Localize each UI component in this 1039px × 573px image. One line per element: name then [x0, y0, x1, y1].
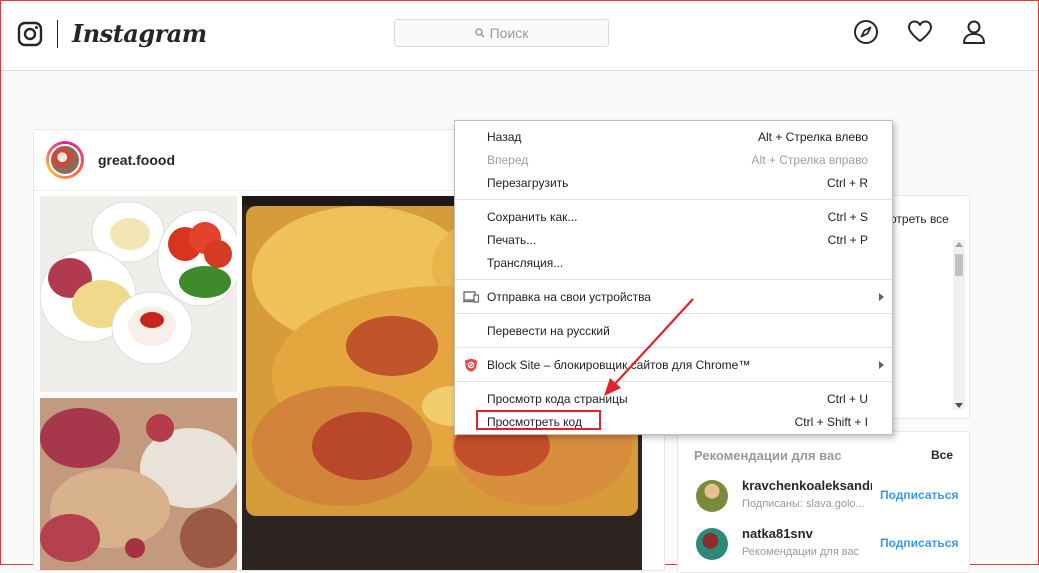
menu-item-shortcut: Ctrl + R — [826, 176, 868, 190]
menu-item-forward[interactable]: Вперед Alt + Стрелка вправо — [455, 149, 892, 171]
menu-item-label: Назад — [487, 130, 522, 144]
camera-logo-icon — [17, 21, 43, 46]
menu-item-label: Трансляция... — [487, 256, 564, 270]
devices-icon — [463, 291, 479, 303]
nav-icons — [853, 19, 987, 45]
logo-link[interactable]: Instagram — [17, 19, 207, 48]
menu-item-label: Отправка на свои устройства — [487, 290, 651, 304]
menu-item-reload[interactable]: Перезагрузить Ctrl + R — [455, 172, 892, 194]
recommendation-item: kravchenkoaleksandr Подписаны: slava.gol… — [696, 478, 966, 518]
menu-item-shortcut: Ctrl + Shift + I — [794, 415, 868, 429]
menu-item-shortcut: Ctrl + U — [826, 392, 868, 406]
search-input[interactable]: Поиск — [394, 19, 609, 47]
logo-divider — [57, 19, 58, 48]
avatar[interactable] — [696, 480, 728, 512]
menu-item-shortcut: Ctrl + S — [827, 210, 868, 224]
search-icon — [474, 28, 485, 38]
scroll-up-icon[interactable] — [955, 242, 963, 247]
recommendation-item: natka81snv Рекомендации для вас Подписат… — [696, 526, 966, 566]
menu-item-translate[interactable]: Перевести на русский — [455, 320, 892, 342]
recommendations-panel: Рекомендации для вас Все kravchenkoaleks… — [677, 431, 970, 573]
menu-item-block-site[interactable]: Block Site – блокировщик сайтов для Chro… — [455, 354, 892, 376]
search-placeholder: Поиск — [489, 25, 529, 41]
menu-separator — [455, 381, 892, 382]
recommendation-username[interactable]: kravchenkoaleksandr — [742, 478, 872, 493]
menu-item-label: Просмотр кода страницы — [487, 392, 628, 406]
menu-item-shortcut: Alt + Стрелка вправо — [751, 153, 868, 167]
panel-scrollbar[interactable] — [953, 240, 965, 410]
avatar[interactable] — [46, 141, 84, 179]
browser-context-menu: Назад Alt + Стрелка влево Вперед Alt + С… — [454, 120, 893, 435]
menu-item-label: Сохранить как... — [487, 210, 578, 224]
menu-separator — [455, 279, 892, 280]
menu-item-print[interactable]: Печать... Ctrl + P — [455, 229, 892, 251]
menu-item-shortcut: Alt + Стрелка влево — [757, 130, 868, 144]
avatar[interactable] — [696, 528, 728, 560]
menu-item-shortcut: Ctrl + P — [827, 233, 868, 247]
compass-icon[interactable] — [853, 19, 879, 45]
post-photo-ingredients[interactable] — [40, 196, 237, 392]
see-all-link[interactable]: отреть все — [890, 212, 949, 226]
submenu-arrow-icon — [879, 361, 884, 369]
menu-separator — [455, 199, 892, 200]
top-navigation-bar: Instagram Поиск — [1, 1, 1038, 71]
follow-button[interactable]: Подписаться — [880, 536, 958, 550]
menu-item-back[interactable]: Назад Alt + Стрелка влево — [455, 126, 892, 148]
scroll-thumb[interactable] — [955, 254, 963, 276]
menu-item-label: Перевести на русский — [487, 324, 610, 338]
annotation-highlight-box — [476, 410, 601, 430]
menu-item-view-source[interactable]: Просмотр кода страницы Ctrl + U — [455, 388, 892, 410]
profile-icon[interactable] — [961, 19, 987, 45]
menu-separator — [455, 313, 892, 314]
recommendation-subtitle: Рекомендации для вас — [742, 546, 860, 558]
menu-item-label: Block Site – блокировщик сайтов для Chro… — [487, 358, 751, 372]
recommendations-all-link[interactable]: Все — [931, 448, 953, 462]
recommendation-username[interactable]: natka81snv — [742, 526, 872, 541]
recommendation-subtitle: Подписаны: slava.golo... — [742, 498, 865, 510]
heart-icon[interactable] — [907, 19, 933, 45]
menu-item-label: Печать... — [487, 233, 537, 247]
post-username[interactable]: great.foood — [98, 152, 175, 168]
recommendations-title: Рекомендации для вас — [694, 448, 842, 463]
menu-item-label: Перезагрузить — [487, 176, 569, 190]
scroll-down-icon[interactable] — [955, 403, 963, 408]
menu-item-cast[interactable]: Трансляция... — [455, 252, 892, 274]
menu-item-save-as[interactable]: Сохранить как... Ctrl + S — [455, 206, 892, 228]
instagram-wordmark[interactable]: Instagram — [72, 19, 207, 48]
menu-item-send-to-devices[interactable]: Отправка на свои устройства — [455, 286, 892, 308]
menu-item-label: Вперед — [487, 153, 529, 167]
block-site-icon — [465, 358, 477, 372]
menu-separator — [455, 347, 892, 348]
submenu-arrow-icon — [879, 293, 884, 301]
follow-button[interactable]: Подписаться — [880, 488, 958, 502]
post-photo-pasta-mix[interactable] — [40, 398, 237, 570]
